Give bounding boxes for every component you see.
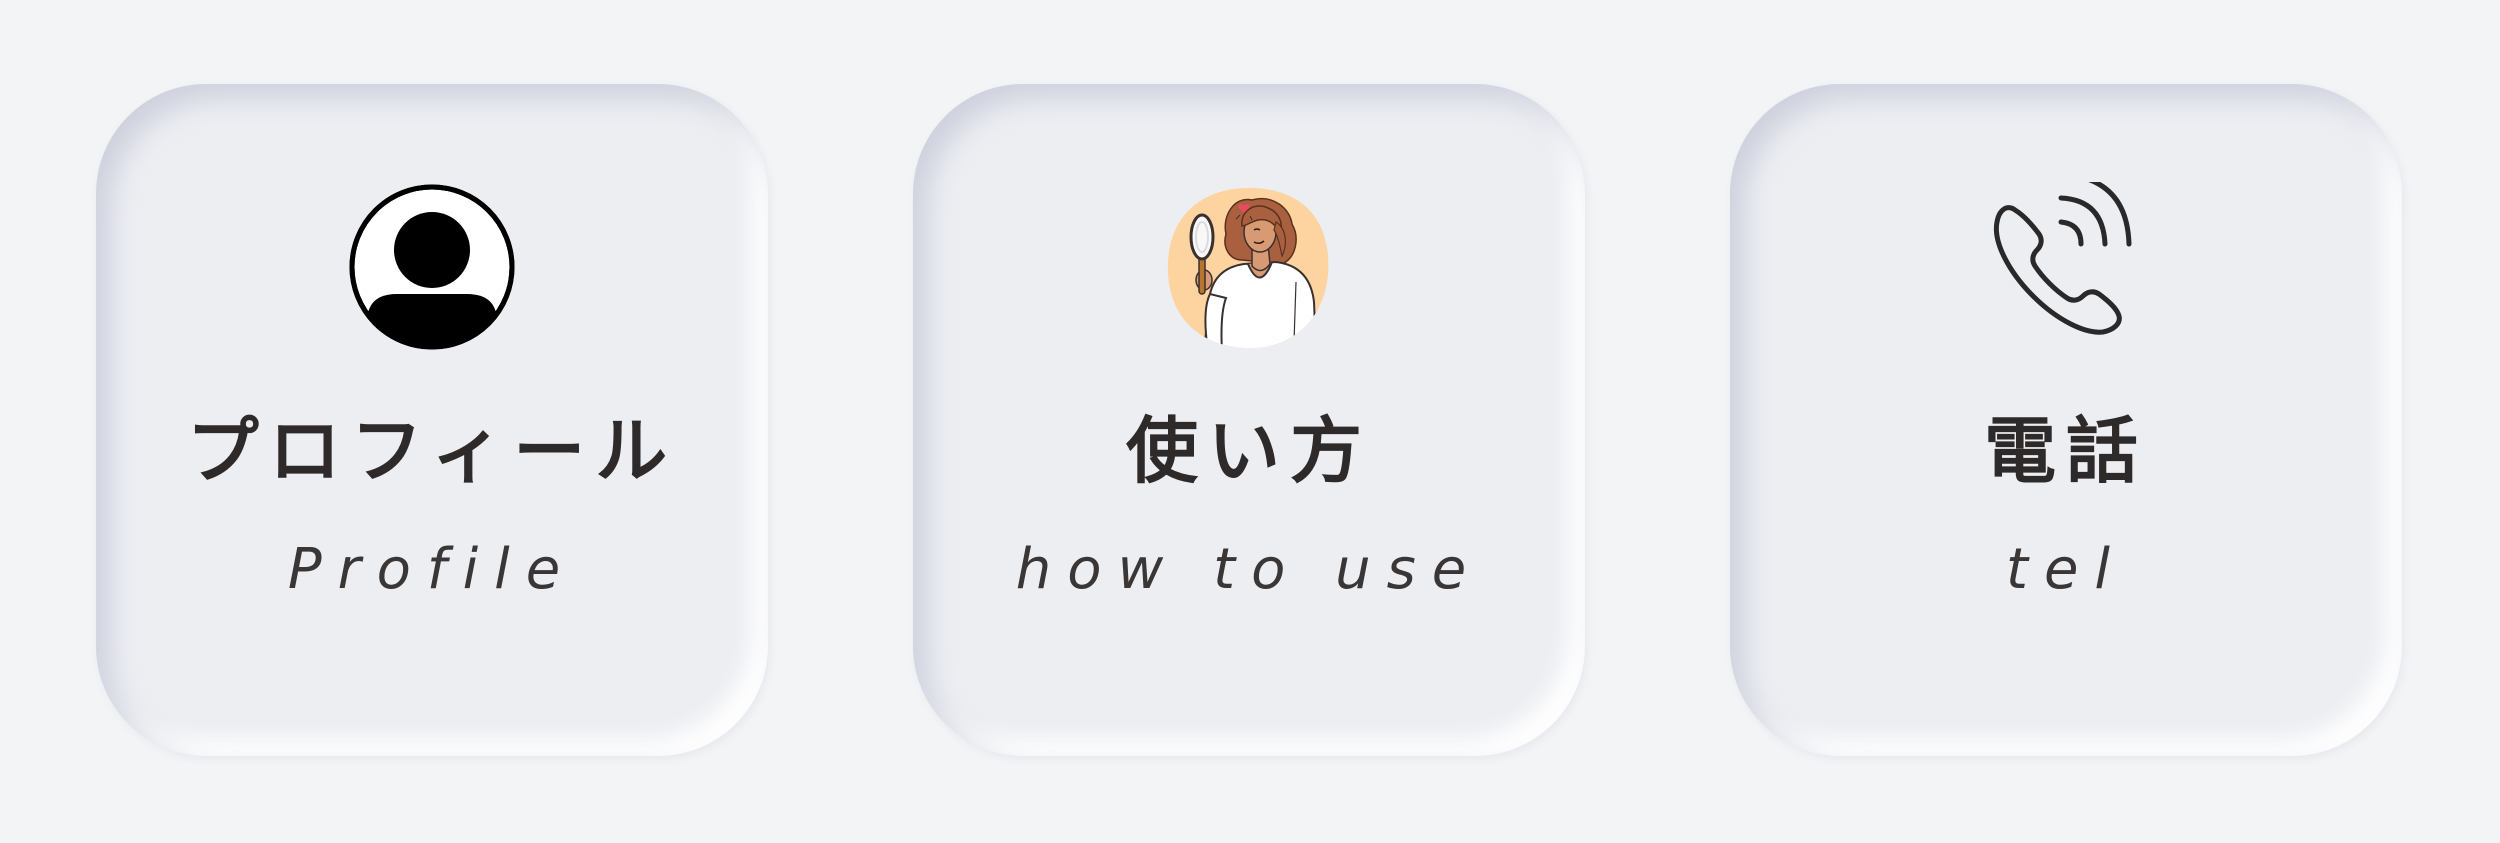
menu-page: プロフィール Profile 使い方 how to use 電話 tel: [0, 0, 2500, 843]
how-to-use-title-ja: 使い方: [1125, 409, 1372, 493]
user-circle-icon: [347, 182, 517, 352]
phone-ringing-icon: [1981, 182, 2151, 352]
profile-title-ja: プロフィール: [186, 409, 678, 493]
tel-title-en: tel: [2006, 537, 2126, 602]
profile-card[interactable]: プロフィール Profile: [96, 84, 768, 756]
how-to-use-card[interactable]: 使い方 how to use: [913, 84, 1585, 756]
tel-title-ja: 電話: [1983, 409, 2148, 493]
tel-card[interactable]: 電話 tel: [1730, 84, 2402, 756]
how-to-use-title-en: how to use: [1015, 537, 1483, 602]
profile-title-en: Profile: [287, 537, 577, 602]
woman-with-magnifier-illustration: [1164, 182, 1334, 352]
